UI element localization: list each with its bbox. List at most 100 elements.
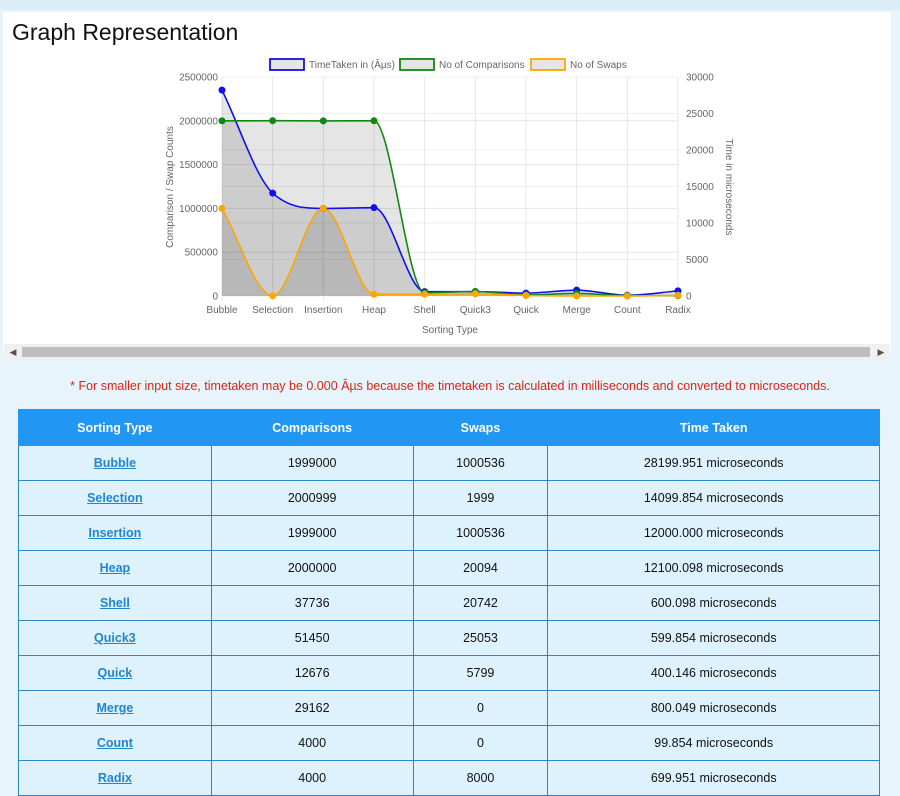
sort-link-shell[interactable]: Shell [100, 596, 130, 610]
data-point [370, 117, 378, 125]
legend-label: No of Comparisons [439, 60, 525, 71]
y2-axis-title: Time in microseconds [723, 139, 734, 236]
data-point [269, 292, 277, 300]
y-tick-label: 500000 [185, 248, 219, 259]
table-row: Shell 37736 20742 600.098 microseconds [18, 585, 880, 621]
sort-link-merge[interactable]: Merge [96, 701, 133, 715]
y2-tick-label: 25000 [686, 109, 714, 120]
table-row: Count 4000 0 99.854 microseconds [18, 725, 880, 761]
data-point [471, 290, 479, 298]
cell-comparisons: 4000 [210, 725, 414, 761]
data-point [623, 292, 631, 300]
cell-swaps: 8000 [412, 760, 549, 796]
cell-time-taken: 699.951 microseconds [547, 760, 880, 796]
data-point [319, 204, 327, 212]
sorting-chart: 0 500000 1000000 1500000 2000000 2500000 0 5000… [165, 58, 734, 336]
data-point [319, 117, 327, 125]
scroll-right-icon[interactable]: ▶ [874, 345, 888, 359]
table-row: Insertion 1999000 1000536 12000.000 microse… [18, 515, 880, 551]
table-row: Quick3 51450 25053 599.854 microseconds [18, 620, 880, 656]
table-header-row: Sorting Type Comparisons Swaps Time Take… [18, 409, 880, 446]
x-tick-label: Merge [562, 305, 591, 316]
table-row: Merge 29162 0 800.049 microseconds [18, 690, 880, 726]
scrollbar-thumb[interactable] [22, 347, 870, 357]
cell-sorting-type: Insertion [18, 515, 212, 551]
sort-link-quick3[interactable]: Quick3 [94, 631, 136, 645]
cell-swaps: 0 [412, 725, 549, 761]
x-tick-label: Shell [414, 305, 436, 316]
legend-swatch [530, 58, 566, 71]
cell-comparisons: 51450 [210, 620, 414, 656]
results-table: Sorting Type Comparisons Swaps Time Take… [18, 409, 880, 796]
cell-comparisons: 1999000 [210, 445, 414, 481]
sort-link-heap[interactable]: Heap [100, 561, 131, 575]
horizontal-scrollbar[interactable]: ◀ ▶ [4, 344, 890, 360]
cell-sorting-type: Radix [18, 760, 212, 796]
cell-sorting-type: Count [18, 725, 212, 761]
y-tick-label: 1500000 [179, 160, 218, 171]
cell-sorting-type: Shell [18, 585, 212, 621]
cell-comparisons: 37736 [210, 585, 414, 621]
cell-sorting-type: Quick3 [18, 620, 212, 656]
sort-link-insertion[interactable]: Insertion [88, 526, 141, 540]
header-sorting-type: Sorting Type [18, 409, 212, 446]
x-tick-label: Radix [665, 305, 691, 316]
legend-label: TimeTaken in (Âµs) [309, 58, 395, 71]
sort-link-selection[interactable]: Selection [87, 491, 143, 505]
y2-tick-label: 20000 [686, 146, 714, 157]
data-point [269, 117, 277, 125]
cell-comparisons: 12676 [210, 655, 414, 691]
legend-swatch [269, 58, 305, 71]
x-tick-label: Heap [362, 305, 386, 316]
header-comparisons: Comparisons [210, 409, 414, 446]
table-row: Quick 12676 5799 400.146 microseconds [18, 655, 880, 691]
data-point [218, 204, 226, 212]
y2-tick-label: 0 [686, 292, 692, 303]
scroll-left-icon[interactable]: ◀ [6, 345, 20, 359]
data-point [522, 291, 530, 299]
cell-sorting-type: Quick [18, 655, 212, 691]
x-tick-label: Insertion [304, 305, 342, 316]
y-tick-label: 0 [212, 292, 218, 303]
cell-comparisons: 29162 [210, 690, 414, 726]
cell-sorting-type: Selection [18, 480, 212, 516]
x-tick-label: Count [614, 305, 641, 316]
cell-time-taken: 800.049 microseconds [547, 690, 880, 726]
cell-time-taken: 12000.000 microseconds [547, 515, 880, 551]
cell-time-taken: 12100.098 microseconds [547, 550, 880, 586]
y2-tick-label: 5000 [686, 255, 709, 266]
y-tick-label: 2000000 [179, 116, 218, 127]
data-point [573, 292, 581, 300]
header-swaps: Swaps [412, 409, 549, 446]
sort-link-bubble[interactable]: Bubble [94, 456, 136, 470]
cell-sorting-type: Merge [18, 690, 212, 726]
time-note: * For smaller input size, timetaken may … [70, 379, 830, 393]
cell-time-taken: 600.098 microseconds [547, 585, 880, 621]
cell-swaps: 1999 [412, 480, 549, 516]
y2-tick-label: 30000 [686, 73, 714, 84]
cell-swaps: 20742 [412, 585, 549, 621]
sort-link-quick[interactable]: Quick [98, 666, 133, 680]
cell-time-taken: 599.854 microseconds [547, 620, 880, 656]
data-point [674, 291, 682, 299]
data-point [269, 189, 277, 197]
y-tick-label: 1000000 [179, 204, 218, 215]
sort-link-radix[interactable]: Radix [98, 771, 132, 785]
header-time-taken: Time Taken [547, 409, 880, 446]
cell-swaps: 1000536 [412, 515, 549, 551]
cell-comparisons: 1999000 [210, 515, 414, 551]
sort-link-count[interactable]: Count [97, 736, 133, 750]
data-point [370, 290, 378, 298]
cell-swaps: 25053 [412, 620, 549, 656]
data-point [421, 290, 429, 298]
cell-sorting-type: Heap [18, 550, 212, 586]
cell-sorting-type: Bubble [18, 445, 212, 481]
data-point [218, 117, 226, 125]
cell-swaps: 5799 [412, 655, 549, 691]
cell-swaps: 1000536 [412, 445, 549, 481]
cell-swaps: 0 [412, 690, 549, 726]
cell-time-taken: 14099.854 microseconds [547, 480, 880, 516]
data-point [218, 86, 226, 94]
cell-swaps: 20094 [412, 550, 549, 586]
y-axis-title: Comparison / Swap Counts [165, 126, 176, 248]
